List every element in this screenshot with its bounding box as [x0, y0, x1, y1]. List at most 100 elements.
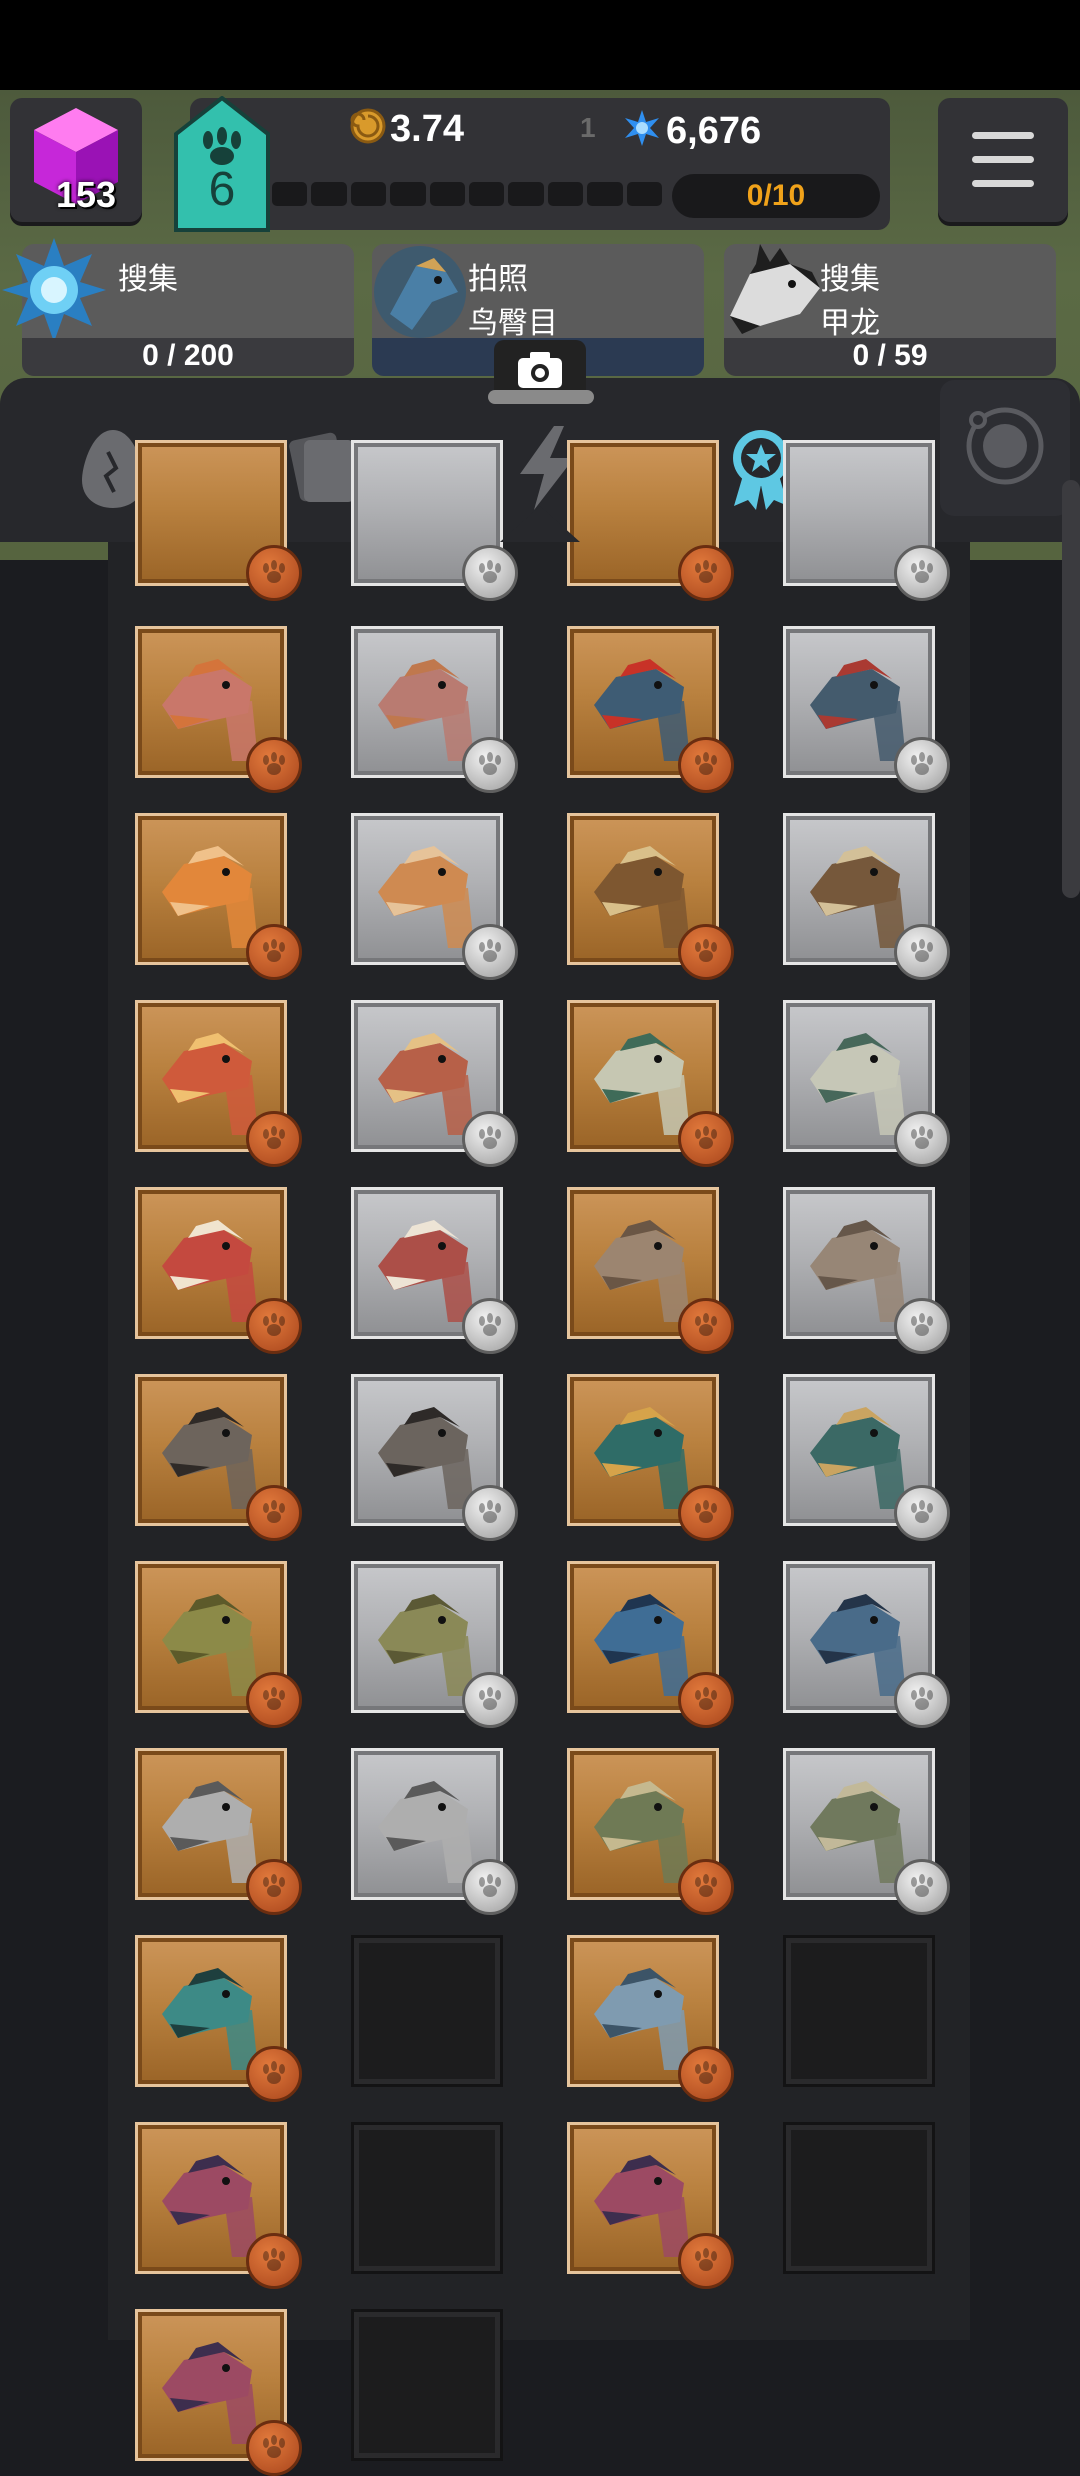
- silver-medal-icon: [462, 1672, 518, 1728]
- silver-medal-icon: [894, 1485, 950, 1541]
- mission-progress: 0 / 200: [142, 339, 234, 372]
- silver-medal-icon: [894, 1672, 950, 1728]
- bronze-medal-icon: [678, 1859, 734, 1915]
- collection-card-partial[interactable]: [351, 440, 518, 601]
- collection-card-partial[interactable]: [567, 440, 734, 601]
- bronze-medal-icon: [246, 1672, 302, 1728]
- dna-value: 6,676: [666, 110, 762, 153]
- scrollbar[interactable]: [1062, 480, 1080, 898]
- silver-medal-icon: [462, 924, 518, 980]
- collection-card-bronze[interactable]: [567, 813, 734, 980]
- collection-slot-empty: [783, 2122, 935, 2274]
- bronze-medal-icon: [678, 545, 734, 601]
- collection-slot-empty: [783, 1935, 935, 2087]
- collection-card-bronze[interactable]: [567, 1748, 734, 1915]
- collection-card-silver[interactable]: [783, 626, 950, 793]
- collection-card-silver[interactable]: [351, 1187, 518, 1354]
- collection-card-bronze[interactable]: [567, 1935, 734, 2102]
- mission-title: 搜集: [820, 263, 880, 296]
- collection-card-silver[interactable]: [351, 1748, 518, 1915]
- bronze-medal-icon: [678, 924, 734, 980]
- collection-card-silver[interactable]: [783, 1748, 950, 1915]
- status-bar: [0, 0, 1080, 90]
- energy-badge: 1: [580, 112, 596, 143]
- collection-card-bronze[interactable]: [567, 1374, 734, 1541]
- quest-progress[interactable]: 0/10: [672, 174, 880, 218]
- bronze-medal-icon: [246, 2046, 302, 2102]
- dna-counter: 6,676: [622, 108, 761, 158]
- collection-card-bronze[interactable]: [135, 2122, 302, 2289]
- bronze-medal-icon: [246, 2420, 302, 2476]
- menu-button[interactable]: [938, 98, 1068, 222]
- silver-medal-icon: [462, 1485, 518, 1541]
- silver-medal-icon: [462, 1298, 518, 1354]
- ammonite-icon: [350, 108, 386, 154]
- collection-card-bronze[interactable]: [567, 1000, 734, 1167]
- collection-card-bronze[interactable]: [135, 1748, 302, 1915]
- fossil-counter: 3.74: [350, 108, 464, 154]
- ankylosaur-icon: [730, 244, 820, 334]
- collection-card-silver[interactable]: [783, 1000, 950, 1167]
- silver-medal-icon: [894, 737, 950, 793]
- collection-card-bronze[interactable]: [135, 1935, 302, 2102]
- mission-card-collect[interactable]: 搜集 0 / 200: [2, 238, 354, 376]
- bronze-medal-icon: [246, 545, 302, 601]
- bronze-medal-icon: [678, 2233, 734, 2289]
- player-level: 6: [208, 163, 236, 216]
- bronze-medal-icon: [678, 1111, 734, 1167]
- settings-button[interactable]: [940, 380, 1070, 516]
- collection-card-partial[interactable]: [783, 440, 950, 601]
- gem-count: 153: [56, 174, 117, 215]
- collection-card-silver[interactable]: [351, 1374, 518, 1541]
- mission-title: 拍照: [468, 263, 528, 296]
- collection-card-bronze[interactable]: [567, 2122, 734, 2289]
- collection-card-bronze[interactable]: [567, 626, 734, 793]
- collection-card-bronze[interactable]: [135, 813, 302, 980]
- collection-card-silver[interactable]: [783, 813, 950, 980]
- silver-medal-icon: [894, 924, 950, 980]
- collection-slot-empty: [351, 2122, 503, 2274]
- collection-card-silver[interactable]: [783, 1187, 950, 1354]
- bronze-medal-icon: [246, 924, 302, 980]
- dinosaur-head-icon: [374, 246, 466, 338]
- silver-medal-icon: [462, 737, 518, 793]
- collection-card-bronze[interactable]: [135, 1561, 302, 1728]
- mission-title: 搜集: [118, 263, 178, 296]
- collection-card-bronze[interactable]: [567, 1561, 734, 1728]
- collection-card-bronze[interactable]: [135, 1000, 302, 1167]
- collection-card-silver[interactable]: [783, 1374, 950, 1541]
- silver-medal-icon: [462, 1111, 518, 1167]
- collection-card-silver[interactable]: [351, 626, 518, 793]
- bronze-medal-icon: [678, 2046, 734, 2102]
- collection-card-silver[interactable]: [783, 1561, 950, 1728]
- collection-card-bronze[interactable]: [567, 1187, 734, 1354]
- silver-medal-icon: [894, 545, 950, 601]
- drag-handle[interactable]: [488, 390, 594, 404]
- gear-icon: [966, 407, 1044, 485]
- collection-card-silver[interactable]: [351, 1561, 518, 1728]
- blue-star-icon: [622, 108, 662, 158]
- bronze-medal-icon: [678, 737, 734, 793]
- xp-progress-bar: [272, 182, 663, 206]
- collection-card-bronze[interactable]: [135, 1374, 302, 1541]
- tab-pointer: [500, 506, 580, 542]
- silver-medal-icon: [894, 1859, 950, 1915]
- collection-card-partial[interactable]: [135, 440, 302, 601]
- mission-subtitle: 甲龙: [820, 307, 880, 340]
- collection-card-silver[interactable]: [351, 1000, 518, 1167]
- collection-card-silver[interactable]: [351, 813, 518, 980]
- silver-medal-icon: [894, 1298, 950, 1354]
- silver-medal-icon: [462, 545, 518, 601]
- collection-card-bronze[interactable]: [135, 2309, 302, 2476]
- mission-card-ankylosaur[interactable]: 搜集 甲龙 0 / 59: [724, 244, 1056, 376]
- bronze-medal-icon: [246, 737, 302, 793]
- collection-card-bronze[interactable]: [135, 626, 302, 793]
- bronze-medal-icon: [246, 2233, 302, 2289]
- mission-progress: 0 / 59: [852, 339, 928, 372]
- gem-counter[interactable]: 153: [10, 98, 142, 222]
- bronze-medal-icon: [246, 1111, 302, 1167]
- collection-card-bronze[interactable]: [135, 1187, 302, 1354]
- blue-orb-icon: [2, 238, 106, 342]
- fossil-value: 3.74: [390, 108, 464, 151]
- mission-subtitle: 鸟臀目: [468, 307, 558, 340]
